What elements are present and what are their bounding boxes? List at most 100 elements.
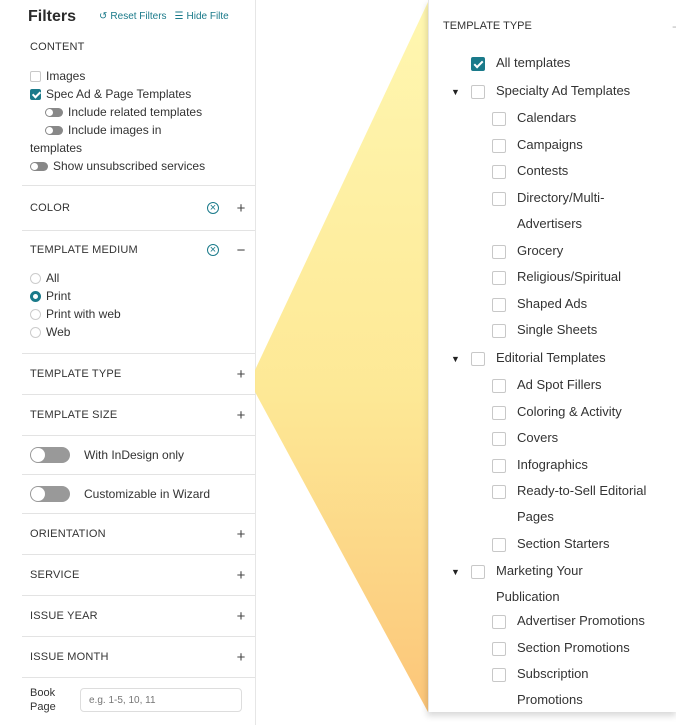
wizard-toggle[interactable] — [30, 486, 70, 502]
template-type-section[interactable]: TEMPLATE TYPE + — [22, 354, 255, 395]
clear-medium-icon[interactable]: × — [207, 244, 219, 256]
color-section[interactable]: COLOR × + — [22, 186, 255, 231]
images-checkbox[interactable] — [30, 70, 41, 82]
marketing-publication-option[interactable]: Marketing Your Publication — [471, 563, 583, 610]
wizard-toggle-row[interactable]: Customizable in Wizard — [22, 475, 255, 514]
spec-ad-checkbox[interactable] — [30, 88, 41, 100]
include-images-label-cont: templates — [30, 139, 247, 157]
editorial-templates-item-4-checkbox[interactable] — [492, 485, 506, 499]
editorial-templates-item-2-label: Covers — [517, 430, 559, 445]
include-images-label-line2: templates — [30, 141, 83, 155]
editorial-templates-option[interactable]: Editorial Templates — [471, 350, 606, 371]
expand-template-size-icon[interactable]: + — [235, 407, 247, 424]
template-type-panel-header[interactable]: TEMPLATE TYPE − — [429, 0, 676, 52]
marketing-publication-item-0[interactable]: Advertiser Promotions — [492, 613, 645, 634]
medium-radio-web[interactable] — [30, 326, 41, 338]
expand-service-icon[interactable]: + — [235, 567, 247, 584]
marketing-publication-expand-icon[interactable]: ▼ — [451, 567, 460, 577]
specialty-ad-templates-item-1-checkbox[interactable] — [492, 138, 506, 153]
specialty-ad-templates-item-6[interactable]: Shaped Ads — [492, 296, 587, 317]
template-size-section[interactable]: TEMPLATE SIZE + — [22, 395, 255, 436]
editorial-templates-item-2-checkbox[interactable] — [492, 432, 506, 446]
specialty-ad-templates-item-6-checkbox[interactable] — [492, 297, 506, 312]
spec-ad-option[interactable]: Spec Ad & Page Templates — [30, 85, 247, 103]
reset-filters-label: Reset Filters — [110, 11, 167, 22]
indesign-toggle-row[interactable]: With InDesign only — [22, 436, 255, 475]
editorial-templates-item-1[interactable]: Coloring & Activity — [492, 404, 622, 425]
editorial-templates-item-0-checkbox[interactable] — [492, 379, 506, 393]
orientation-heading: ORIENTATION — [30, 528, 106, 540]
clear-color-icon[interactable]: × — [207, 202, 219, 214]
medium-radio-all[interactable] — [30, 272, 41, 284]
template-medium-header[interactable]: TEMPLATE MEDIUM × − — [22, 231, 255, 269]
orientation-section[interactable]: ORIENTATION + — [22, 514, 255, 555]
medium-radio-print-web[interactable] — [30, 308, 41, 320]
expand-orientation-icon[interactable]: + — [235, 526, 247, 543]
service-section[interactable]: SERVICE + — [22, 555, 255, 596]
specialty-ad-templates-item-4-checkbox[interactable] — [492, 244, 506, 259]
indesign-toggle[interactable] — [30, 447, 70, 463]
medium-option-all[interactable]: All — [30, 269, 247, 287]
collapse-medium-icon[interactable]: − — [235, 242, 247, 259]
marketing-publication-item-2-checkbox[interactable] — [492, 668, 506, 682]
issue-year-section[interactable]: ISSUE YEAR + — [22, 596, 255, 637]
marketing-publication-item-1[interactable]: Section Promotions — [492, 640, 630, 661]
marketing-publication-item-1-checkbox[interactable] — [492, 641, 506, 656]
specialty-ad-templates-item-2[interactable]: Contests — [492, 163, 568, 184]
editorial-templates-item-5-checkbox[interactable] — [492, 538, 506, 552]
images-option[interactable]: Images — [30, 67, 247, 85]
marketing-publication-item-0-checkbox[interactable] — [492, 615, 506, 629]
include-related-toggle[interactable] — [45, 107, 63, 117]
specialty-ad-templates-item-7-checkbox[interactable] — [492, 324, 506, 338]
medium-option-web[interactable]: Web — [30, 323, 247, 341]
template-medium-heading: TEMPLATE MEDIUM — [30, 244, 138, 256]
specialty-ad-templates-item-0-checkbox[interactable] — [492, 112, 506, 126]
specialty-ad-templates-item-1[interactable]: Campaigns — [492, 137, 583, 158]
hide-filters-button[interactable]: ☰ Hide Filte — [175, 11, 229, 22]
template-medium-section: TEMPLATE MEDIUM × − All Print Print with… — [22, 231, 255, 354]
medium-radio-print[interactable] — [30, 290, 41, 302]
all-templates-option[interactable]: All templates — [471, 55, 570, 76]
specialty-ad-templates-item-0[interactable]: Calendars — [492, 110, 576, 131]
show-unsubscribed-option[interactable]: Show unsubscribed services — [30, 157, 247, 175]
specialty-ad-templates-item-2-checkbox[interactable] — [492, 165, 506, 179]
expand-color-icon[interactable]: + — [235, 200, 247, 217]
editorial-templates-item-3[interactable]: Infographics — [492, 457, 588, 478]
include-related-option[interactable]: Include related templates — [30, 103, 247, 121]
editorial-templates-item-4[interactable]: Ready-to-Sell Editorial Pages — [492, 483, 646, 530]
editorial-templates-item-1-checkbox[interactable] — [492, 405, 506, 420]
specialty-ad-templates-item-5-checkbox[interactable] — [492, 271, 506, 285]
specialty-ad-templates-item-4[interactable]: Grocery — [492, 243, 563, 264]
specialty-ad-templates-item-7[interactable]: Single Sheets — [492, 322, 597, 343]
medium-option-print-web[interactable]: Print with web — [30, 305, 247, 323]
specialty-ad-templates-item-3-checkbox[interactable] — [492, 191, 506, 206]
show-unsubscribed-toggle[interactable] — [30, 161, 48, 171]
editorial-templates-item-5[interactable]: Section Starters — [492, 536, 610, 557]
issue-month-heading: ISSUE MONTH — [30, 651, 109, 663]
expand-template-type-icon[interactable]: + — [235, 366, 247, 383]
editorial-templates-option-checkbox[interactable] — [471, 352, 485, 366]
specialty-ad-templates-option-checkbox[interactable] — [471, 85, 485, 99]
editorial-templates-item-2[interactable]: Covers — [492, 430, 558, 451]
include-images-option[interactable]: Include images in — [30, 121, 247, 139]
specialty-ad-templates-item-3[interactable]: Directory/Multi- Advertisers — [492, 190, 604, 237]
collapse-template-type-icon[interactable]: − — [672, 20, 676, 34]
expand-issue-year-icon[interactable]: + — [235, 608, 247, 625]
medium-option-print[interactable]: Print — [30, 287, 247, 305]
book-page-input[interactable] — [80, 688, 242, 712]
all-templates-option-checkbox[interactable] — [471, 57, 485, 71]
issue-month-section[interactable]: ISSUE MONTH + — [22, 637, 255, 678]
editorial-templates-item-0[interactable]: Ad Spot Fillers — [492, 377, 602, 398]
expand-issue-month-icon[interactable]: + — [235, 649, 247, 666]
editorial-templates-expand-icon[interactable]: ▼ — [451, 354, 460, 364]
reset-icon: ↺ — [99, 11, 108, 22]
reset-filters-button[interactable]: ↺ Reset Filters — [99, 11, 167, 22]
marketing-publication-item-2[interactable]: Subscription Promotions — [492, 666, 589, 712]
color-heading: COLOR — [30, 202, 71, 214]
specialty-ad-templates-item-5[interactable]: Religious/Spiritual — [492, 269, 621, 290]
include-images-toggle[interactable] — [45, 125, 63, 135]
specialty-ad-templates-expand-icon[interactable]: ▼ — [451, 87, 460, 97]
specialty-ad-templates-option[interactable]: Specialty Ad Templates — [471, 83, 630, 104]
editorial-templates-item-3-checkbox[interactable] — [492, 458, 506, 473]
marketing-publication-option-checkbox[interactable] — [471, 565, 485, 579]
